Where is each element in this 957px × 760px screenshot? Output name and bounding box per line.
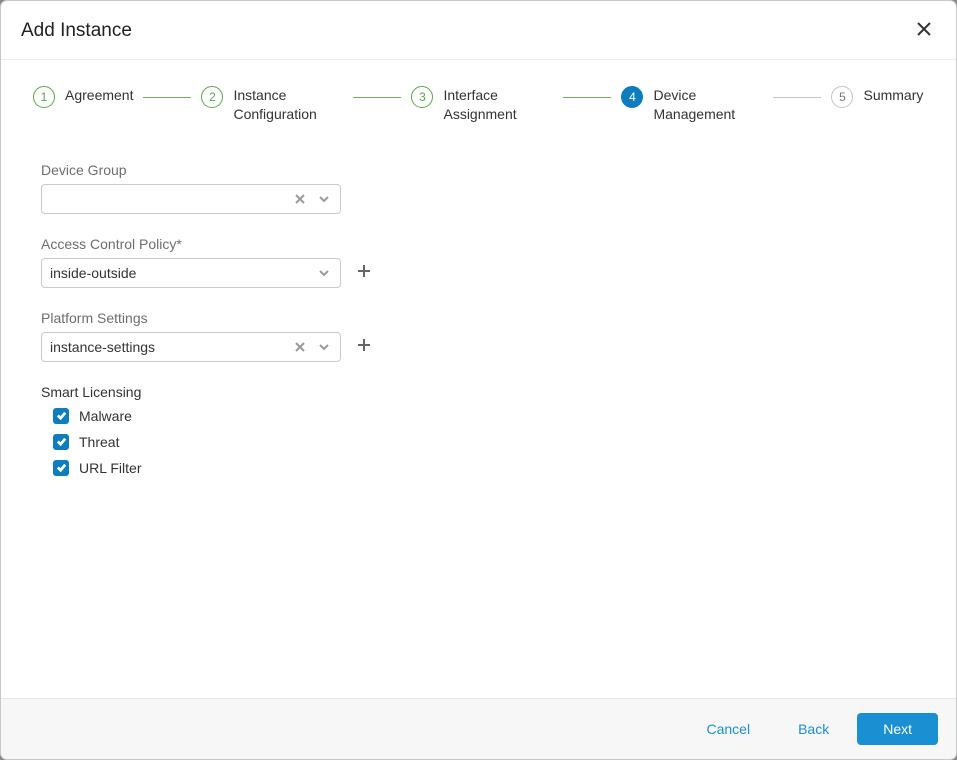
platform-settings-label: Platform Settings — [41, 310, 421, 326]
step-number: 1 — [33, 86, 55, 108]
access-control-policy-select[interactable]: inside-outside — [41, 258, 341, 288]
license-item-malware: Malware — [53, 408, 421, 424]
step-number: 2 — [201, 86, 223, 108]
smart-licensing-label: Smart Licensing — [41, 384, 421, 400]
add-instance-dialog: Add Instance 1 Agreement 2 Instance Conf… — [0, 0, 957, 760]
device-group-select[interactable] — [41, 184, 341, 214]
close-icon — [916, 21, 932, 42]
step-agreement[interactable]: 1 Agreement — [33, 86, 133, 108]
license-label: URL Filter — [79, 460, 142, 476]
plus-icon — [356, 337, 372, 357]
clear-icon[interactable] — [290, 333, 310, 361]
plus-icon — [356, 263, 372, 283]
access-control-policy-value: inside-outside — [50, 265, 286, 281]
add-access-control-policy-button[interactable] — [353, 262, 375, 284]
dialog-body: 1 Agreement 2 Instance Configuration 3 I… — [1, 60, 956, 698]
step-label: Interface Assignment — [443, 86, 553, 124]
step-number: 3 — [411, 86, 433, 108]
field-access-control-policy: Access Control Policy* inside-outside — [41, 236, 421, 288]
check-icon — [56, 434, 67, 450]
step-number: 4 — [621, 86, 643, 108]
dialog-title: Add Instance — [21, 20, 132, 42]
field-platform-settings: Platform Settings instance-settings — [41, 310, 421, 362]
field-device-group: Device Group — [41, 162, 421, 214]
smart-licensing-list: Malware Threat URL Filter — [41, 408, 421, 476]
platform-settings-value: instance-settings — [50, 339, 286, 355]
chevron-down-icon — [312, 333, 336, 361]
step-label: Instance Configuration — [233, 86, 343, 124]
step-interface-assignment[interactable]: 3 Interface Assignment — [411, 86, 553, 124]
step-instance-configuration[interactable]: 2 Instance Configuration — [201, 86, 343, 124]
step-connector — [563, 97, 611, 98]
step-label: Agreement — [65, 86, 133, 105]
step-number: 5 — [831, 86, 853, 108]
close-button[interactable] — [912, 19, 936, 43]
device-group-label: Device Group — [41, 162, 421, 178]
license-label: Malware — [79, 408, 132, 424]
step-label: Summary — [863, 86, 923, 105]
field-smart-licensing: Smart Licensing Malware Threat — [41, 384, 421, 476]
dialog-header: Add Instance — [1, 1, 956, 60]
malware-checkbox[interactable] — [53, 408, 69, 424]
step-connector — [353, 97, 401, 98]
clear-icon[interactable] — [290, 185, 310, 213]
license-item-url-filter: URL Filter — [53, 460, 421, 476]
wizard-stepper: 1 Agreement 2 Instance Configuration 3 I… — [1, 60, 956, 132]
license-item-threat: Threat — [53, 434, 421, 450]
step-device-management[interactable]: 4 Device Management — [621, 86, 763, 124]
cancel-button[interactable]: Cancel — [686, 713, 770, 745]
url-filter-checkbox[interactable] — [53, 460, 69, 476]
add-platform-settings-button[interactable] — [353, 336, 375, 358]
next-button[interactable]: Next — [857, 713, 938, 745]
device-management-form: Device Group Access Control Policy* — [1, 132, 421, 476]
access-control-policy-label: Access Control Policy* — [41, 236, 421, 252]
license-label: Threat — [79, 434, 119, 450]
step-label: Device Management — [653, 86, 763, 124]
step-summary[interactable]: 5 Summary — [831, 86, 923, 108]
back-button[interactable]: Back — [778, 713, 849, 745]
chevron-down-icon — [312, 185, 336, 213]
platform-settings-select[interactable]: instance-settings — [41, 332, 341, 362]
threat-checkbox[interactable] — [53, 434, 69, 450]
step-connector — [773, 97, 821, 98]
dialog-footer: Cancel Back Next — [1, 698, 956, 759]
step-connector — [143, 97, 191, 98]
check-icon — [56, 460, 67, 476]
check-icon — [56, 408, 67, 424]
chevron-down-icon — [312, 259, 336, 287]
